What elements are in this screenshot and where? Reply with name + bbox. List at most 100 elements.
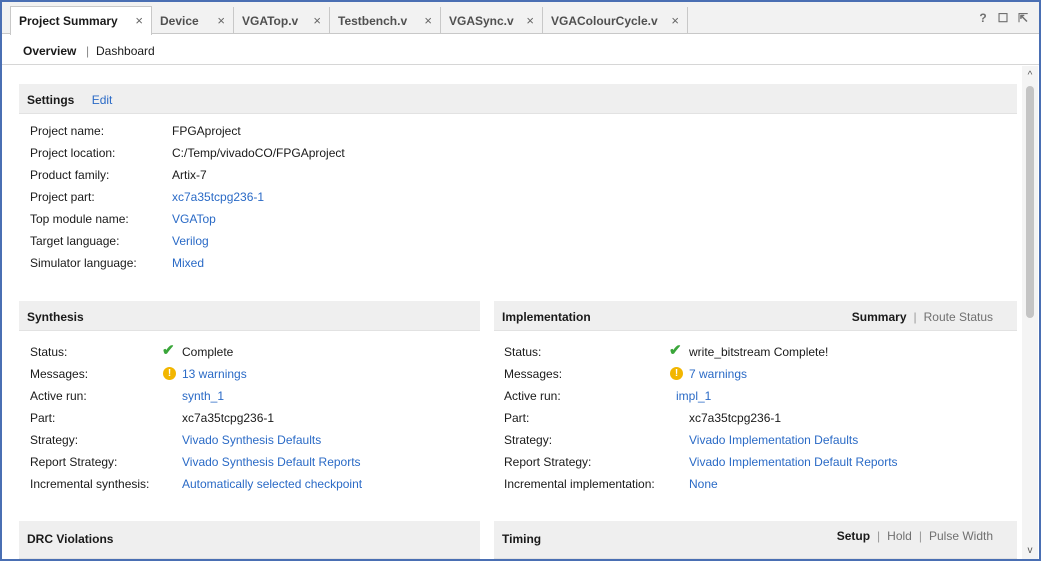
synth-run-link[interactable]: synth_1 [182,388,224,404]
incremental-label: Incremental synthesis: [30,477,150,491]
strategy-label: Strategy: [504,433,553,447]
tab-pulse-width[interactable]: Pulse Width [929,529,993,543]
implementation-title: Implementation [502,310,591,324]
setting-label: Project name: [30,124,105,138]
synthesis-warnings-link[interactable]: 13 warnings [182,366,247,382]
vertical-scrollbar[interactable]: ^ v [1022,66,1038,559]
timing-title: Timing [502,532,542,546]
settings-edit-link[interactable]: Edit [92,93,113,107]
tab-separator: | [877,529,881,543]
tab-route-status[interactable]: Route Status [924,310,993,324]
status-value: Complete [182,345,234,359]
check-icon: ✔ [669,342,682,359]
settings-title-text: Settings [27,93,75,107]
tab-label: Device [160,13,199,28]
implementation-status: Status: ✔ write_bitstream Complete! [504,343,828,360]
status-label: Status: [30,345,68,359]
setting-product-family: Product family: Artix-7 [30,167,207,183]
tab-overview[interactable]: Overview [23,44,76,58]
settings-header: Settings Edit [19,84,1017,114]
synthesis-strategy-link[interactable]: Vivado Synthesis Defaults [182,432,321,448]
tab-device[interactable]: Device × [152,7,234,34]
tab-dashboard[interactable]: Dashboard [96,44,155,58]
tab-hold[interactable]: Hold [887,529,912,543]
warning-icon: ! [670,367,683,380]
implementation-warnings-link[interactable]: 7 warnings [689,366,747,382]
tab-label: Testbench.v [338,13,408,28]
synthesis-strategy: Strategy: Vivado Synthesis Defaults [30,432,321,448]
maximize-icon[interactable]: ☐ [997,11,1009,25]
help-icon[interactable]: ? [977,11,989,25]
subnav-separator: | [86,44,90,58]
scroll-up-icon[interactable]: ^ [1024,70,1036,82]
tab-label: VGATop.v [242,13,299,28]
tab-vgatop[interactable]: VGATop.v × [234,7,330,34]
tab-summary[interactable]: Summary [852,310,907,324]
setting-label: Top module name: [30,212,129,226]
setting-label: Project part: [30,190,95,204]
close-icon[interactable]: × [671,13,679,28]
synthesis-active-run: Active run: synth_1 [30,388,224,404]
incremental-none-link[interactable]: None [689,476,718,492]
setting-value: C:/Temp/vivadoCO/FPGAproject [172,146,345,160]
synthesis-header: Synthesis [19,301,480,331]
scroll-thumb[interactable] [1026,86,1034,318]
project-summary-window: Project Summary × Device × VGATop.v × Te… [0,0,1041,561]
implementation-report-link[interactable]: Vivado Implementation Default Reports [689,454,898,470]
tab-testbench[interactable]: Testbench.v × [330,7,441,34]
drc-title: DRC Violations [27,532,114,546]
incremental-checkpoint-link[interactable]: Automatically selected checkpoint [182,476,362,492]
drc-header: DRC Violations [19,521,480,559]
setting-label: Product family: [30,168,110,182]
setting-label: Target language: [30,234,120,248]
synthesis-messages: Messages: ! 13 warnings [30,366,247,382]
tab-vgacolourcycle[interactable]: VGAColourCycle.v × [543,7,688,34]
implementation-active-run: Active run: impl_1 [504,388,711,404]
tab-vgasync[interactable]: VGASync.v × [441,7,543,34]
part-value: xc7a35tcpg236-1 [689,411,782,425]
tab-setup[interactable]: Setup [837,529,870,543]
implementation-part: Part: xc7a35tcpg236-1 [504,410,781,426]
messages-label: Messages: [30,367,89,381]
implementation-report-strategy: Report Strategy: Vivado Implementation D… [504,454,898,470]
target-language-link[interactable]: Verilog [172,233,209,249]
sub-navigation: Overview | Dashboard [2,35,1039,65]
synthesis-report-link[interactable]: Vivado Synthesis Default Reports [182,454,361,470]
active-run-label: Active run: [504,389,561,403]
setting-top-module: Top module name: VGATop [30,211,216,227]
window-controls: ? ☐ ⇱ [977,11,1029,25]
close-icon[interactable]: × [217,13,225,28]
overview-content: Settings Edit Project name: FPGAproject … [2,66,1020,559]
messages-label: Messages: [504,367,563,381]
simulator-language-link[interactable]: Mixed [172,255,204,271]
synthesis-title: Synthesis [27,310,84,324]
setting-label: Simulator language: [30,256,137,270]
setting-simulator-language: Simulator language: Mixed [30,255,204,271]
setting-project-part: Project part: xc7a35tcpg236-1 [30,189,264,205]
synthesis-report-strategy: Report Strategy: Vivado Synthesis Defaul… [30,454,361,470]
synthesis-incremental: Incremental synthesis: Automatically sel… [30,476,362,492]
timing-view-tabs: Setup | Hold | Pulse Width [837,529,993,543]
top-module-link[interactable]: VGATop [172,211,216,227]
close-icon[interactable]: × [135,13,143,28]
tab-bar: Project Summary × Device × VGATop.v × Te… [2,2,1039,35]
implementation-strategy-link[interactable]: Vivado Implementation Defaults [689,432,858,448]
implementation-header: Implementation Summary | Route Status [494,301,1017,331]
tab-label: VGAColourCycle.v [551,13,658,28]
tab-separator: | [918,529,922,543]
close-icon[interactable]: × [313,13,321,28]
setting-label: Project location: [30,146,116,160]
close-icon[interactable]: × [424,13,432,28]
close-icon[interactable]: × [526,13,534,28]
setting-value: Artix-7 [172,168,207,182]
impl-run-link[interactable]: impl_1 [676,388,711,404]
float-icon[interactable]: ⇱ [1017,11,1029,25]
project-part-link[interactable]: xc7a35tcpg236-1 [172,189,264,205]
implementation-view-tabs: Summary | Route Status [852,310,993,324]
synthesis-part: Part: xc7a35tcpg236-1 [30,410,274,426]
scroll-down-icon[interactable]: v [1024,545,1036,557]
strategy-label: Strategy: [30,433,79,447]
tab-project-summary[interactable]: Project Summary × [10,6,152,35]
report-strategy-label: Report Strategy: [504,455,592,469]
setting-value: FPGAproject [172,124,241,138]
